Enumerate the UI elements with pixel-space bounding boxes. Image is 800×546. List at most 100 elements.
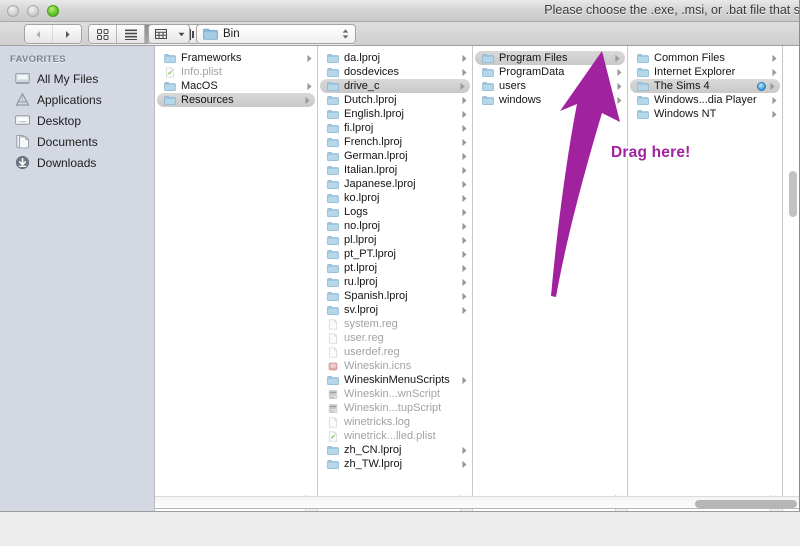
sidebar-item-all-my-files[interactable]: All My Files <box>0 68 154 89</box>
file-row-label: windows <box>499 94 542 106</box>
file-row[interactable]: French.lproj <box>318 135 472 149</box>
disclosure-arrow-icon <box>462 96 467 104</box>
file-row[interactable]: Resources <box>157 93 315 107</box>
file-row[interactable]: Italian.lproj <box>318 163 472 177</box>
sidebar-item-applications[interactable]: Applications <box>0 89 154 110</box>
file-row[interactable]: zh_CN.lproj <box>318 443 472 457</box>
title-bar: Please choose the .exe, .msi, or .bat fi… <box>0 0 800 22</box>
disclosure-arrow-icon <box>462 208 467 216</box>
file-row[interactable]: winetrick...lled.plist <box>318 429 472 443</box>
document-icon <box>328 332 338 343</box>
file-row[interactable]: winetricks.log <box>318 415 472 429</box>
file-row[interactable]: sv.lproj <box>318 303 472 317</box>
view-icon-button[interactable] <box>89 25 117 43</box>
file-row[interactable]: pt_PT.lproj <box>318 247 472 261</box>
file-row[interactable]: Wineskin...wnScript <box>318 387 472 401</box>
file-row[interactable]: Japanese.lproj <box>318 177 472 191</box>
file-row-label: French.lproj <box>344 136 403 148</box>
path-popup-button[interactable]: Bin <box>196 24 356 44</box>
file-row[interactable]: Dutch.lproj <box>318 93 472 107</box>
file-row[interactable]: Windows NT <box>628 107 782 121</box>
file-row[interactable]: Wineskin.icns <box>318 359 472 373</box>
file-row-label: da.lproj <box>344 52 381 64</box>
file-row[interactable]: English.lproj <box>318 107 472 121</box>
forward-button[interactable] <box>53 25 81 43</box>
disclosure-arrow-icon <box>617 96 622 104</box>
view-list-button[interactable] <box>117 25 145 43</box>
file-row[interactable]: Logs <box>318 205 472 219</box>
file-row[interactable]: MacOS <box>155 79 317 93</box>
column-row-list: da.lproj dosdevices drive_c Dutch.lproj Engl… <box>318 46 472 471</box>
file-row[interactable]: fi.lproj <box>318 121 472 135</box>
navigation-buttons <box>24 24 82 44</box>
disclosure-arrow-icon <box>307 82 312 90</box>
toolbar: Bin <box>0 22 799 46</box>
file-row[interactable]: da.lproj <box>318 51 472 65</box>
file-row[interactable]: Spanish.lproj <box>318 289 472 303</box>
vertical-scrollbar[interactable] <box>789 46 799 496</box>
minimize-button[interactable] <box>27 5 39 17</box>
file-row-label: Internet Explorer <box>654 66 736 78</box>
file-row-label: Program Files <box>499 52 568 64</box>
file-row[interactable]: Common Files <box>628 51 782 65</box>
file-row[interactable]: pt.lproj <box>318 261 472 275</box>
zoom-button[interactable] <box>47 5 59 17</box>
horizontal-scrollbar-thumb[interactable] <box>695 500 797 508</box>
folder-icon <box>482 53 494 63</box>
file-row[interactable]: no.lproj <box>318 219 472 233</box>
file-row[interactable]: userdef.reg <box>318 345 472 359</box>
disclosure-arrow-icon <box>462 446 467 454</box>
disclosure-arrow-icon <box>462 376 467 384</box>
file-row[interactable]: user.reg <box>318 331 472 345</box>
folder-icon <box>637 109 649 119</box>
arrange-dropdown-arrow[interactable] <box>173 25 189 43</box>
folder-icon <box>327 235 339 245</box>
file-row[interactable]: windows <box>473 93 627 107</box>
file-row-label: German.lproj <box>344 150 408 162</box>
file-row[interactable]: ru.lproj <box>318 275 472 289</box>
sidebar-item-downloads[interactable]: Downloads <box>0 152 154 173</box>
file-row[interactable]: Program Files <box>475 51 625 65</box>
file-row[interactable]: ProgramData <box>473 65 627 79</box>
file-row[interactable]: ko.lproj <box>318 191 472 205</box>
vertical-scrollbar-thumb[interactable] <box>789 171 797 217</box>
file-row[interactable]: The Sims 4 <box>630 79 780 93</box>
file-row[interactable]: system.reg <box>318 317 472 331</box>
disclosure-arrow-icon <box>462 138 467 146</box>
file-row[interactable]: Info.plist <box>155 65 317 79</box>
sidebar-item-label: All My Files <box>37 71 99 86</box>
window-title: Please choose the .exe, .msi, or .bat fi… <box>544 3 800 17</box>
file-row[interactable]: dosdevices <box>318 65 472 79</box>
sidebar-item-label: Applications <box>37 92 102 107</box>
file-row-label: Logs <box>344 206 368 218</box>
arrange-by-button[interactable] <box>148 24 190 44</box>
close-button[interactable] <box>7 5 19 17</box>
sidebar-item-documents[interactable]: Documents <box>0 131 154 152</box>
file-row-label: pt_PT.lproj <box>344 248 396 260</box>
sidebar-item-desktop[interactable]: Desktop <box>0 110 154 131</box>
file-row[interactable]: WineskinMenuScripts <box>318 373 472 387</box>
disclosure-arrow-icon <box>462 278 467 286</box>
back-button[interactable] <box>25 25 53 43</box>
arrange-grid-icon-wrap[interactable] <box>149 25 173 43</box>
file-row[interactable]: zh_TW.lproj <box>318 457 472 471</box>
column-drive-c: Program Files ProgramData users windows <box>473 46 628 495</box>
file-row-label: Dutch.lproj <box>344 94 397 106</box>
file-row-label: sv.lproj <box>344 304 379 316</box>
folder-icon <box>327 67 339 77</box>
file-row-label: drive_c <box>344 80 380 92</box>
horizontal-scrollbar[interactable] <box>155 496 799 509</box>
file-row[interactable]: Internet Explorer <box>628 65 782 79</box>
file-row[interactable]: German.lproj <box>318 149 472 163</box>
file-row[interactable]: Wineskin...tupScript <box>318 401 472 415</box>
folder-icon <box>327 263 339 273</box>
folder-icon <box>327 165 339 175</box>
file-row-label: The Sims 4 <box>654 80 710 92</box>
file-row[interactable]: Windows...dia Player <box>628 93 782 107</box>
folder-icon <box>637 67 649 77</box>
file-row[interactable]: drive_c <box>320 79 470 93</box>
file-row[interactable]: pl.lproj <box>318 233 472 247</box>
folder-icon <box>327 109 339 119</box>
file-row[interactable]: users <box>473 79 627 93</box>
file-row[interactable]: Frameworks <box>155 51 317 65</box>
